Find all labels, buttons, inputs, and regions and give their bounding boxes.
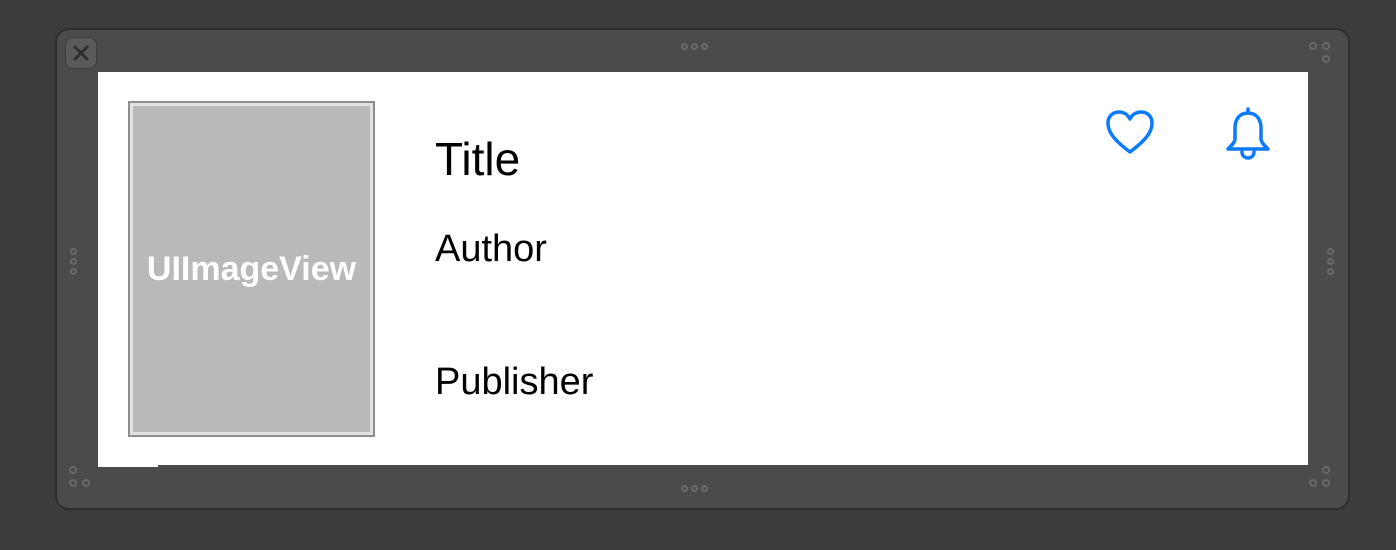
resize-corner-top-right[interactable] [1309,42,1333,66]
notify-button[interactable] [1220,105,1276,161]
favorite-button[interactable] [1102,105,1158,161]
heart-icon [1106,110,1154,154]
publisher-label[interactable]: Publisher [435,363,593,401]
title-label[interactable]: Title [435,136,520,182]
author-label[interactable]: Author [435,230,547,268]
resize-handle-bottom[interactable] [681,485,708,492]
interface-builder-canvas: UIImageView Title Author Publisher [0,0,1396,550]
cover-image-view[interactable]: UIImageView [128,101,375,437]
table-cell-content[interactable]: UIImageView Title Author Publisher [98,72,1308,465]
resize-corner-bottom-left[interactable] [69,466,93,490]
resize-handle-top[interactable] [681,43,708,50]
resize-handle-right[interactable] [1327,248,1334,275]
bell-icon [1226,107,1270,160]
image-view-placeholder-label: UIImageView [146,249,357,288]
resize-corner-bottom-right[interactable] [1309,466,1333,490]
resize-handle-left[interactable] [70,248,77,275]
close-button[interactable] [65,37,97,69]
close-icon [73,45,89,61]
cell-bottom-edge [98,465,158,467]
